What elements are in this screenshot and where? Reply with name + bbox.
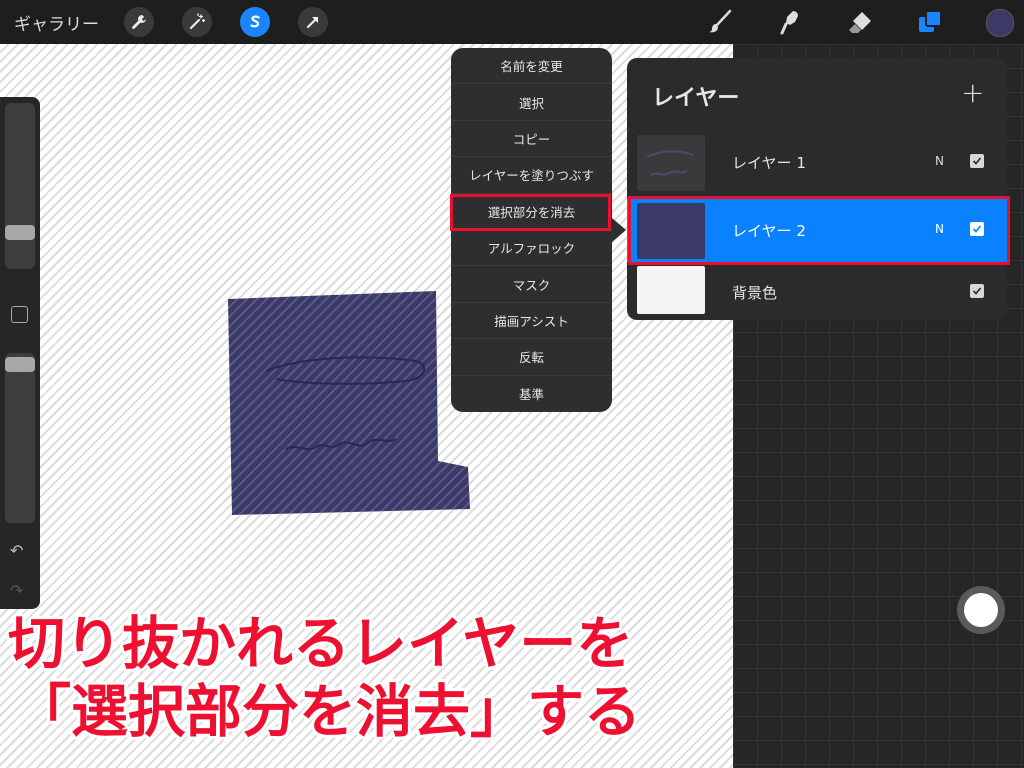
opacity-slider[interactable] — [5, 353, 35, 523]
blend-mode-button[interactable]: N — [935, 154, 944, 168]
menu-item-fill-layer[interactable]: レイヤーを塗りつぶす — [451, 157, 612, 194]
redo-icon[interactable]: ↷ — [10, 581, 23, 600]
add-layer-button[interactable]: + — [961, 76, 984, 109]
caption-line-1: 切り抜かれるレイヤーを — [8, 611, 634, 677]
layers-icon[interactable] — [916, 8, 944, 36]
layer-context-menu: 名前を変更 選択 コピー レイヤーを塗りつぶす 選択部分を消去 アルファロック … — [451, 48, 612, 412]
layer-row-1[interactable]: レイヤー 1 N — [627, 130, 1007, 194]
menu-item-alpha-lock[interactable]: アルファロック — [451, 230, 612, 267]
menu-item-copy[interactable]: コピー — [451, 121, 612, 158]
menu-item-select[interactable]: 選択 — [451, 84, 612, 121]
undo-icon[interactable]: ↶ — [10, 541, 23, 560]
instruction-caption: 切り抜かれるレイヤーを 「選択部分を消去」する — [8, 610, 728, 746]
layer-thumbnail — [637, 266, 705, 314]
layer-row-background[interactable]: 背景色 — [627, 262, 1007, 320]
eraser-icon[interactable] — [846, 8, 874, 36]
opacity-knob[interactable] — [5, 357, 35, 372]
layers-title: レイヤー — [652, 86, 740, 111]
menu-pointer — [612, 218, 626, 242]
gallery-button[interactable]: ギャラリー — [14, 10, 99, 35]
visibility-checkbox[interactable] — [970, 154, 984, 168]
wrench-icon[interactable] — [124, 7, 154, 37]
left-sidebar: ↶ ↷ — [0, 97, 40, 609]
menu-item-reference[interactable]: 基準 — [451, 376, 612, 412]
brush-size-slider[interactable] — [5, 103, 35, 269]
modify-button[interactable] — [11, 306, 28, 323]
blend-mode-button[interactable]: N — [935, 222, 944, 236]
layer-thumbnail — [637, 203, 705, 259]
brush-size-knob[interactable] — [5, 225, 35, 240]
artwork-layer — [228, 291, 470, 515]
menu-item-invert[interactable]: 反転 — [451, 339, 612, 376]
layer-row-2[interactable]: レイヤー 2 N — [627, 198, 1007, 262]
visibility-checkbox[interactable] — [970, 284, 984, 298]
top-toolbar: ギャラリー — [0, 0, 1024, 45]
selection-icon[interactable] — [240, 7, 270, 37]
layers-panel: レイヤー + レイヤー 1 N レイヤー 2 N 背景色 — [627, 58, 1007, 320]
brush-icon[interactable] — [706, 8, 734, 36]
quick-action-button[interactable] — [957, 586, 1005, 634]
arrow-icon[interactable] — [298, 7, 328, 37]
layer-thumbnail — [637, 135, 705, 191]
menu-item-mask[interactable]: マスク — [451, 266, 612, 303]
smudge-icon[interactable] — [776, 8, 804, 36]
menu-item-drawing-assist[interactable]: 描画アシスト — [451, 303, 612, 340]
layer-name: レイヤー 1 — [732, 154, 806, 172]
menu-item-clear-selection[interactable]: 選択部分を消去 — [451, 194, 612, 230]
color-picker-button[interactable] — [986, 9, 1014, 37]
visibility-checkbox[interactable] — [970, 222, 984, 236]
menu-item-rename[interactable]: 名前を変更 — [451, 48, 612, 85]
caption-line-2: 「選択部分を消去」する — [14, 679, 641, 745]
layer-name: 背景色 — [732, 284, 778, 302]
layer-name: レイヤー 2 — [732, 222, 806, 240]
magic-wand-icon[interactable] — [182, 7, 212, 37]
